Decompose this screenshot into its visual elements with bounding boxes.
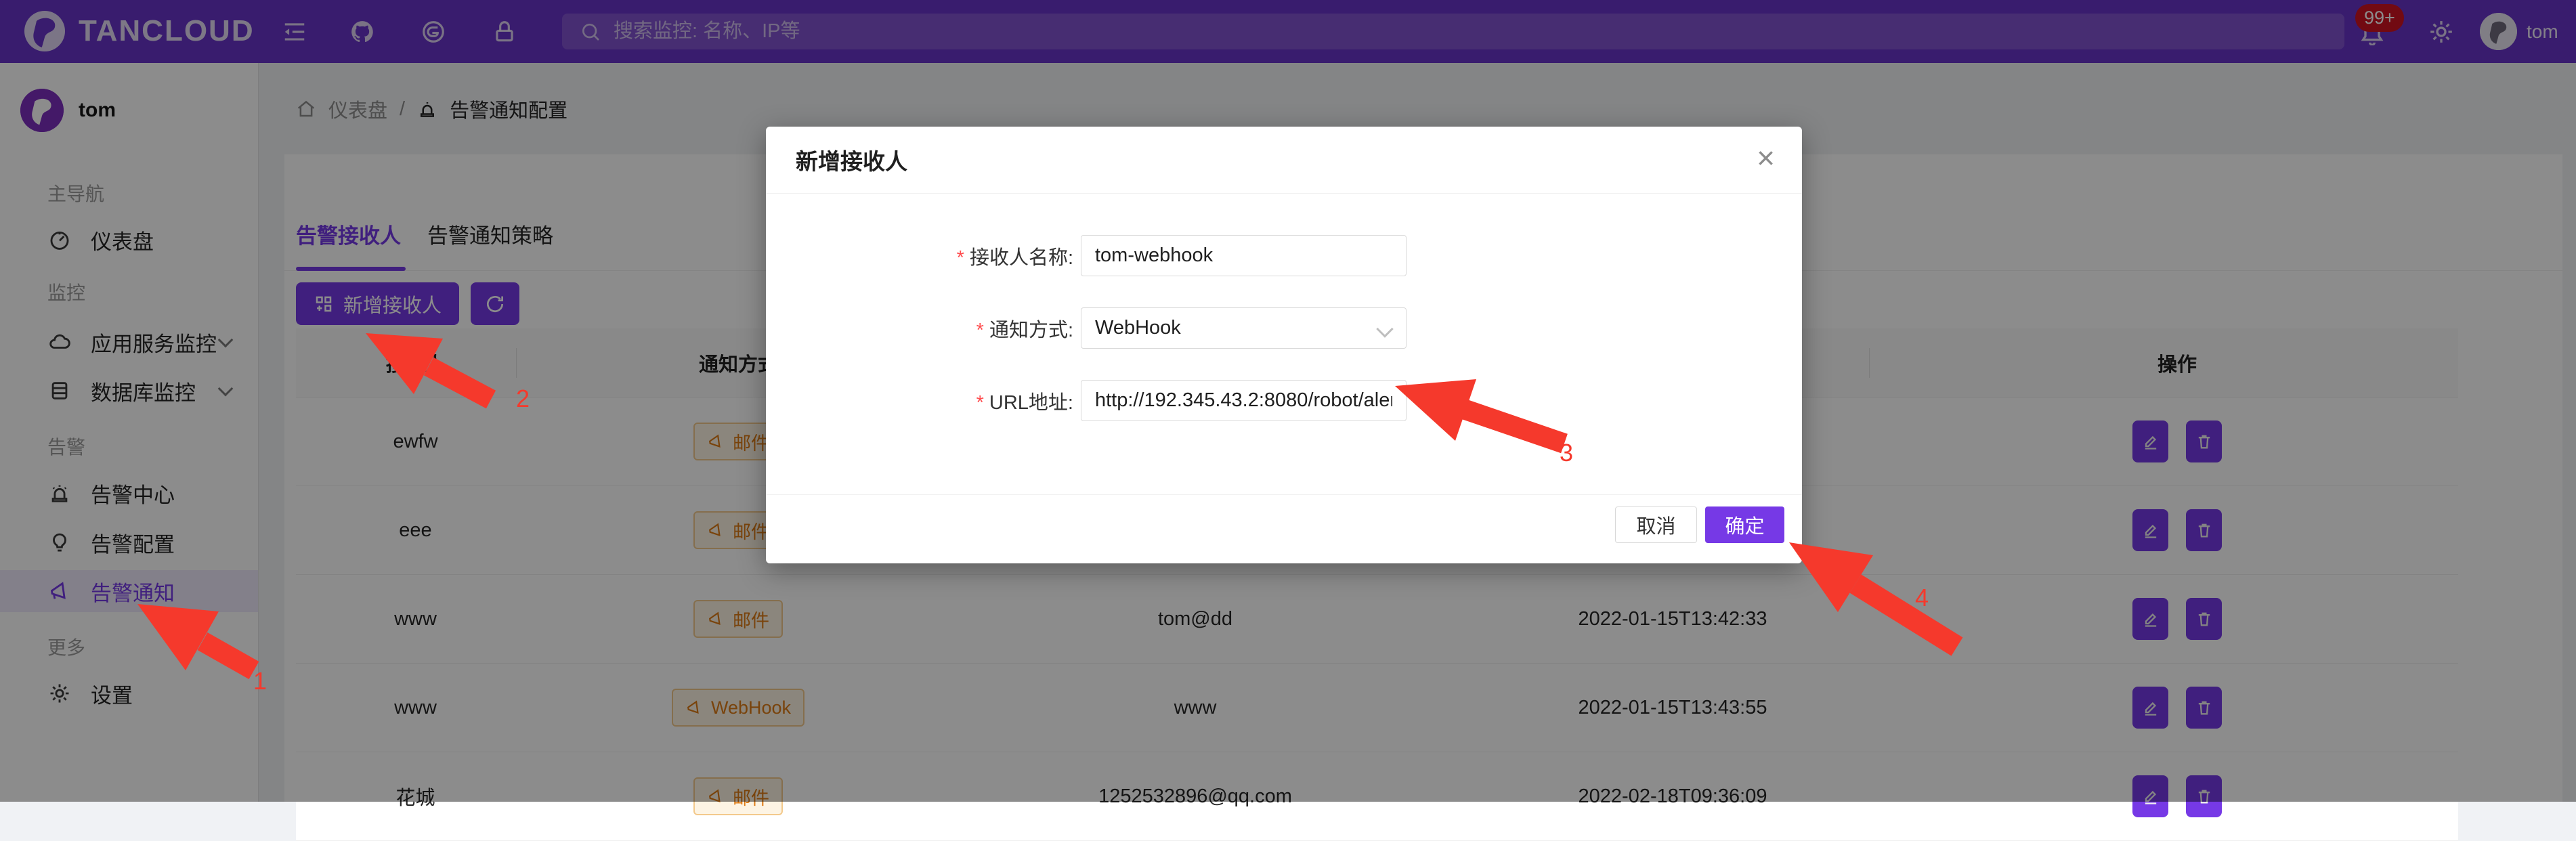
confirm-button[interactable]: 确定 (1705, 506, 1784, 543)
add-receiver-modal: 新增接收人 × *接收人名称: *通知方式: WebHook *URL地址: 取… (766, 127, 1802, 563)
method-label: 通知方式: (989, 320, 1073, 341)
modal-footer: 取消 确定 (766, 494, 1802, 564)
name-label: 接收人名称: (970, 247, 1073, 269)
form-row-name: * 接收人名称: (766, 235, 1802, 276)
required-mark: * (976, 320, 984, 341)
required-mark: * (957, 247, 964, 269)
form-row-method: *通知方式: WebHook (766, 307, 1802, 349)
notify-method-select[interactable]: WebHook (1081, 307, 1407, 349)
close-icon[interactable]: × (1753, 139, 1779, 177)
required-mark: * (976, 392, 984, 414)
receiver-name-input[interactable] (1081, 235, 1407, 276)
modal-title: 新增接收人 (766, 127, 1802, 194)
url-label: URL地址: (989, 392, 1073, 414)
chevron-down-icon (1376, 320, 1393, 337)
webhook-url-input[interactable] (1081, 380, 1407, 421)
form-row-url: *URL地址: (766, 380, 1802, 421)
selected-method: WebHook (1095, 317, 1181, 339)
cancel-button[interactable]: 取消 (1615, 506, 1697, 543)
